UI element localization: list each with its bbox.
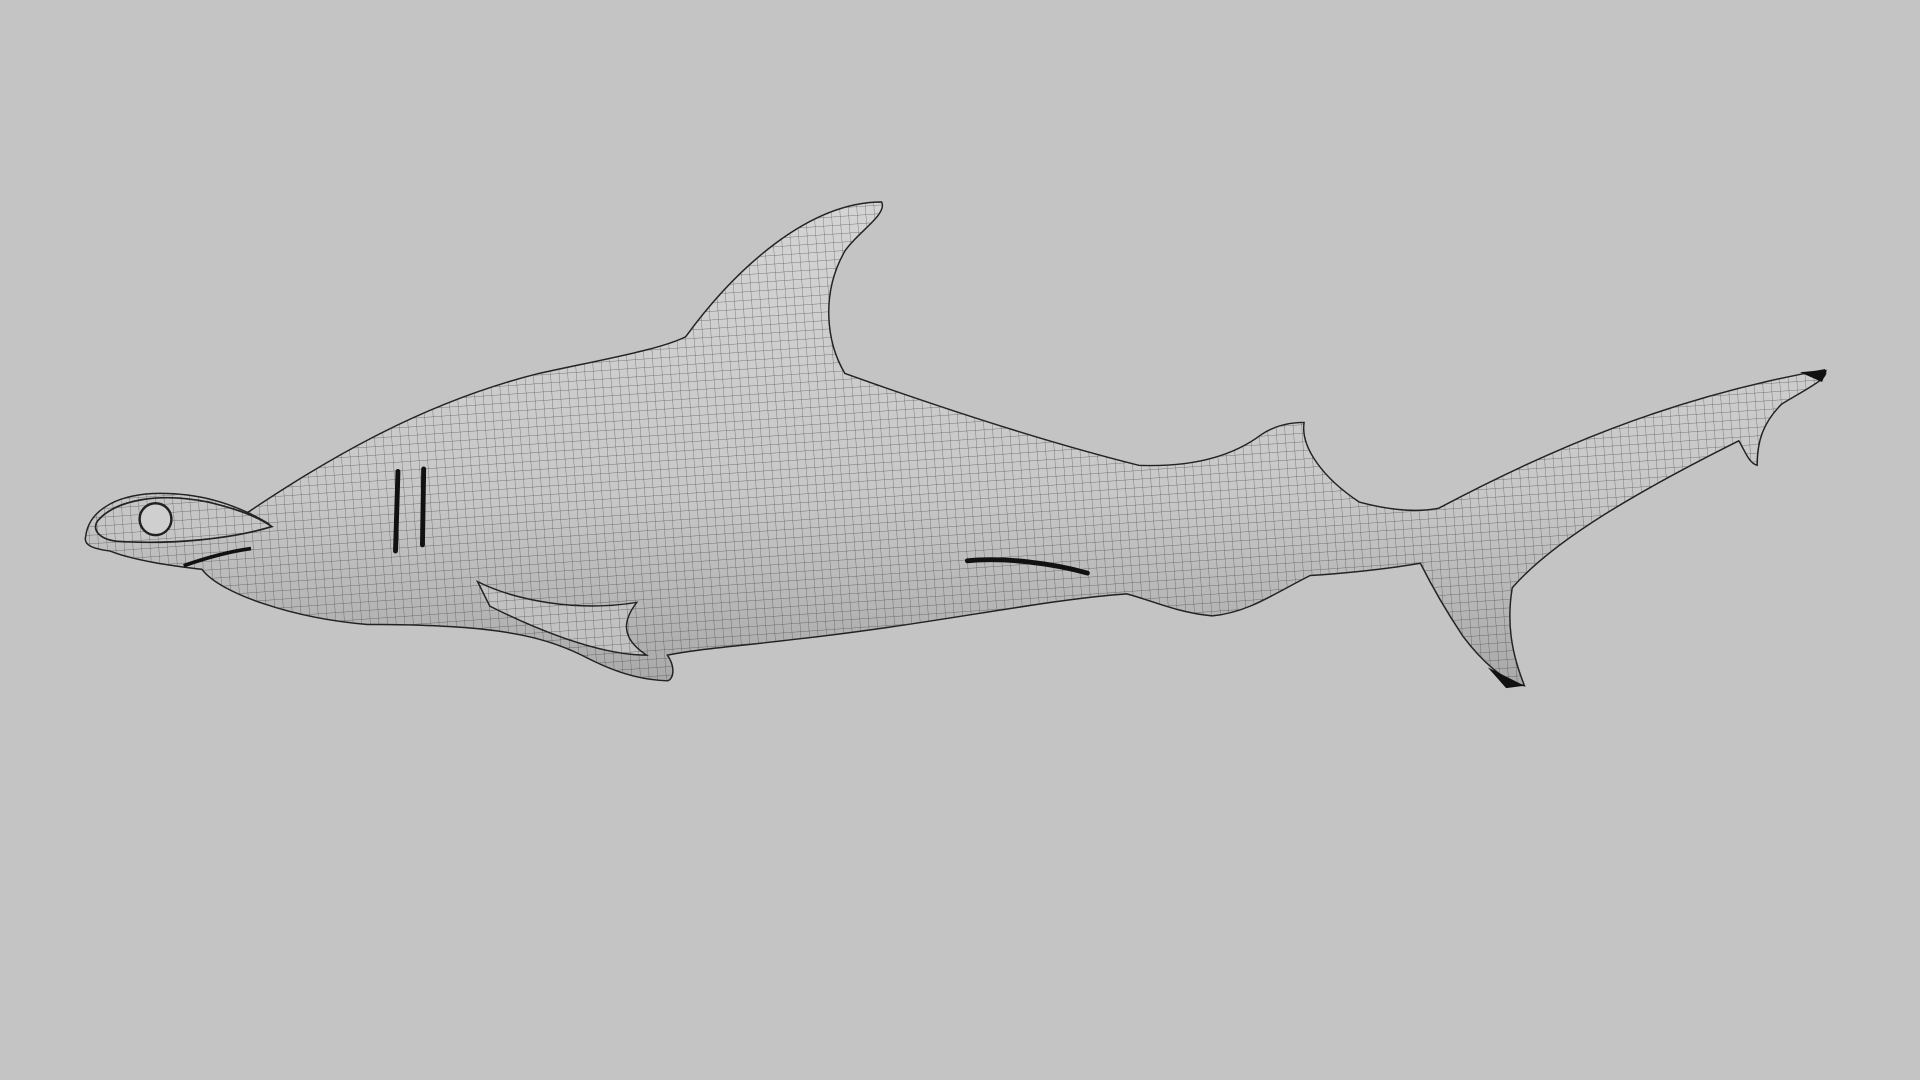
viewport-render bbox=[0, 0, 1920, 1080]
eye bbox=[138, 502, 173, 537]
gill-slit bbox=[393, 468, 401, 554]
gill-slit bbox=[420, 466, 427, 548]
